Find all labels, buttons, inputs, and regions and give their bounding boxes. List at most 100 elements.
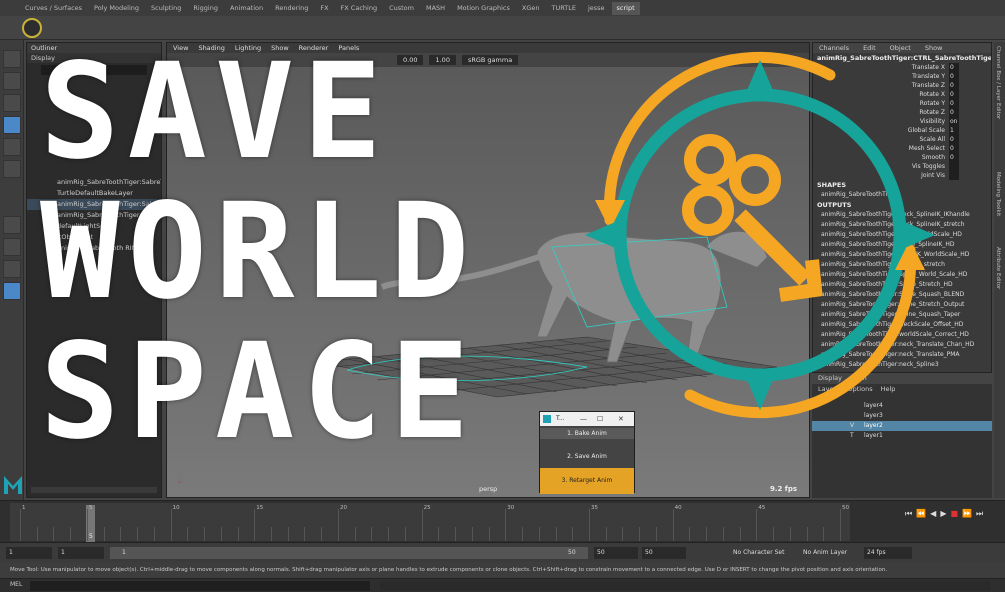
time-slider[interactable]: 5 1 5 10 15 20 25 30 35 40 45 50 ⏮ ⏪ ◀ ▶ ■ ⏩ ⏭ <box>0 500 1005 543</box>
world-space-save-icon <box>585 51 935 419</box>
shelf-tab-motion-graphics[interactable]: Motion Graphics <box>452 2 515 15</box>
outliner-scrollbar[interactable] <box>31 487 157 493</box>
step-back-icon[interactable]: ⏪ <box>916 509 926 519</box>
side-tab-modeling-toolkit[interactable]: Modeling Toolkit <box>995 172 1001 216</box>
command-result <box>380 581 990 591</box>
time-tick-label: 30 <box>507 505 515 511</box>
play-forward-icon[interactable]: ▶ <box>940 509 946 519</box>
playback-start-field[interactable]: 1 <box>58 547 104 559</box>
time-tick-label: 20 <box>339 505 347 511</box>
shelf-tab-fx[interactable]: FX <box>315 2 333 15</box>
time-tick <box>187 527 189 541</box>
time-tick <box>237 527 239 541</box>
character-set-dropdown[interactable]: No Character Set <box>730 547 796 559</box>
time-tick <box>204 527 206 541</box>
time-tick <box>438 527 440 541</box>
single-view-layout-icon[interactable] <box>3 216 21 234</box>
play-backward-icon[interactable]: ◀ <box>930 509 936 519</box>
time-tick <box>220 527 222 541</box>
time-tick-label: 35 <box>590 505 598 511</box>
range-end-label: 50 <box>568 549 576 556</box>
time-tick <box>639 527 641 541</box>
step-forward-icon[interactable]: ⏩ <box>962 509 972 519</box>
outliner-layout-icon[interactable] <box>3 282 21 300</box>
move-tool-icon[interactable] <box>3 116 21 134</box>
current-frame-label: 5 <box>89 533 93 540</box>
time-tick-label: 10 <box>172 505 180 511</box>
axis-gizmo-icon: ⊥ <box>177 478 183 485</box>
overlay-title-line3: SPACE <box>40 315 478 469</box>
fps-readout: 9.2 fps <box>769 485 797 493</box>
time-ruler[interactable]: 5 1 5 10 15 20 25 30 35 40 45 50 <box>10 503 850 543</box>
record-icon[interactable]: ■ <box>950 509 958 519</box>
time-tick <box>471 527 473 541</box>
time-tick <box>371 527 373 541</box>
shelf-tab-custom[interactable]: Custom <box>384 2 419 15</box>
lasso-tool-icon[interactable] <box>3 72 21 90</box>
shelf-tab-turtle[interactable]: TURTLE <box>546 2 580 15</box>
time-tick <box>103 527 105 541</box>
time-tick <box>271 527 273 541</box>
time-tick <box>36 527 38 541</box>
side-tab-channel-box[interactable]: Channel Box / Layer Editor <box>995 46 1001 119</box>
shelf-tab-mash[interactable]: MASH <box>421 2 450 15</box>
time-tick-label: 5 <box>88 505 93 511</box>
time-tick-label: 1 <box>22 505 26 511</box>
time-tick <box>739 527 741 541</box>
time-tick-label: 25 <box>423 505 431 511</box>
overlay-title: SAVE WORLD SPACE <box>40 42 477 462</box>
start-time-field[interactable]: 1 <box>6 547 52 559</box>
custom-script-shelf-icon[interactable] <box>22 18 42 38</box>
side-tab-strip: Channel Box / Layer Editor Modeling Tool… <box>994 42 1005 498</box>
end-time-field[interactable]: 50 <box>642 547 686 559</box>
time-tick <box>622 527 624 541</box>
side-tab-attribute-editor[interactable]: Attribute Editor <box>995 247 1001 289</box>
time-tick <box>287 527 289 541</box>
shelf-tab-curves-surfaces[interactable]: Curves / Surfaces <box>20 2 87 15</box>
four-view-layout-icon[interactable] <box>3 238 21 256</box>
time-tick <box>655 527 657 541</box>
command-input[interactable] <box>30 581 370 591</box>
paint-select-tool-icon[interactable] <box>3 94 21 112</box>
time-tick <box>522 527 524 541</box>
go-to-end-icon[interactable]: ⏭ <box>976 509 983 519</box>
time-tick-label: 40 <box>674 505 682 511</box>
time-tick <box>86 509 88 541</box>
shelf-tab-poly-modeling[interactable]: Poly Modeling <box>89 2 144 15</box>
time-tick <box>153 527 155 541</box>
rotate-tool-icon[interactable] <box>3 138 21 156</box>
shelf-tab-fx-caching[interactable]: FX Caching <box>336 2 383 15</box>
time-tick <box>304 527 306 541</box>
time-tick-label: 15 <box>256 505 264 511</box>
time-tick <box>321 527 323 541</box>
time-tick <box>538 527 540 541</box>
fps-dropdown[interactable]: 24 fps <box>864 547 912 559</box>
time-tick <box>137 527 139 541</box>
shelf-tab-jesse[interactable]: jesse <box>583 2 610 15</box>
anim-layer-dropdown[interactable]: No Anim Layer <box>800 547 858 559</box>
camera-label: persp <box>479 485 498 493</box>
go-to-start-icon[interactable]: ⏮ <box>905 509 912 519</box>
shelf-tab-rigging[interactable]: Rigging <box>188 2 223 15</box>
retarget-anim-button[interactable]: 3. Retarget Anim <box>540 468 634 494</box>
time-tick <box>53 527 55 541</box>
range-slider[interactable]: 1 50 <box>110 547 588 559</box>
scale-tool-icon[interactable] <box>3 160 21 178</box>
time-tick <box>572 527 574 541</box>
time-tick <box>789 527 791 541</box>
time-tick <box>70 527 72 541</box>
command-language-label[interactable]: MEL <box>10 581 22 588</box>
two-view-layout-icon[interactable] <box>3 260 21 278</box>
select-tool-icon[interactable] <box>3 50 21 68</box>
shelf-tab-sculpting[interactable]: Sculpting <box>146 2 186 15</box>
shelf-tab-script[interactable]: script <box>611 1 640 15</box>
shelf-tab-animation[interactable]: Animation <box>225 2 268 15</box>
shelf-tab-xgen[interactable]: XGen <box>517 2 545 15</box>
shelf-tab-rendering[interactable]: Rendering <box>270 2 313 15</box>
time-tick <box>388 527 390 541</box>
time-tick <box>505 509 507 541</box>
time-tick <box>404 527 406 541</box>
time-tick <box>488 527 490 541</box>
time-tick <box>605 527 607 541</box>
playback-end-field[interactable]: 50 <box>594 547 638 559</box>
